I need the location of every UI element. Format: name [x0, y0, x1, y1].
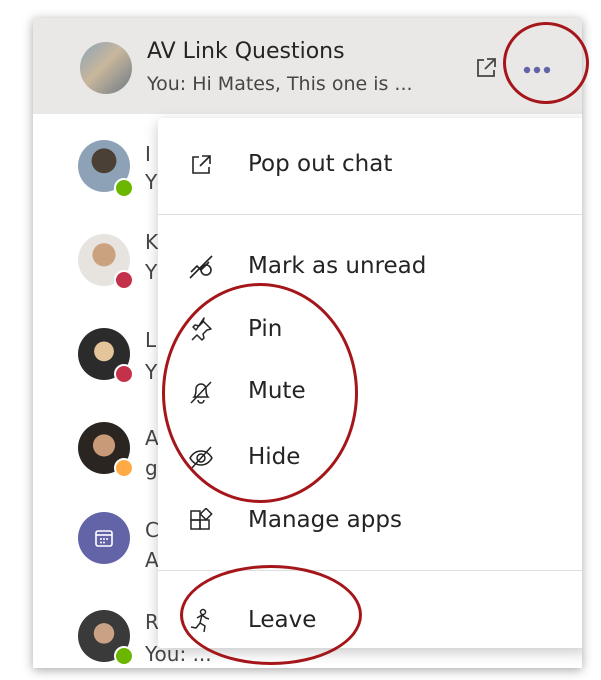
- calendar-icon: [95, 530, 113, 547]
- status-available-icon: [114, 646, 134, 666]
- selected-chat-item[interactable]: AV Link Questions You: Hi Mates, This on…: [33, 18, 582, 114]
- row-name: K: [145, 230, 159, 254]
- chat-title: AV Link Questions: [147, 39, 345, 64]
- menu-item-pop-out-chat[interactable]: Pop out chat: [158, 140, 582, 190]
- row-name: A: [145, 426, 159, 450]
- mark-unread-icon: [189, 255, 213, 279]
- menu-item-label: Mark as unread: [248, 253, 427, 279]
- row-name: I: [145, 142, 151, 166]
- annotation-circle-more-options: [503, 22, 589, 104]
- status-away-icon: [114, 458, 134, 478]
- menu-item-label: Manage apps: [248, 507, 402, 533]
- manage-apps-icon: [190, 508, 213, 530]
- row-preview: Y: [145, 360, 158, 384]
- row-preview: Y: [145, 260, 158, 284]
- row-name: R: [145, 610, 159, 634]
- row-name: C: [145, 518, 159, 542]
- row-preview: A: [145, 548, 159, 572]
- status-available-icon: [114, 178, 134, 198]
- status-busy-icon: [114, 270, 134, 290]
- row-name: L: [145, 328, 157, 352]
- menu-divider: [158, 570, 582, 571]
- menu-item-mark-as-unread[interactable]: Mark as unread: [158, 242, 582, 292]
- status-busy-icon: [114, 364, 134, 384]
- menu-item-manage-apps[interactable]: Manage apps: [158, 496, 582, 546]
- chat-preview: You: Hi Mates, This one is ...: [147, 73, 413, 95]
- calendar-avatar: [78, 512, 130, 564]
- group-avatar: [80, 42, 132, 94]
- row-preview: Y: [145, 170, 158, 194]
- annotation-circle-pin-mute-hide: [162, 283, 358, 503]
- menu-item-label: Pop out chat: [248, 151, 393, 177]
- menu-divider: [158, 214, 582, 215]
- row-preview: g: [145, 456, 158, 480]
- pop-out-icon: [192, 155, 211, 174]
- annotation-circle-leave: [180, 565, 362, 665]
- pop-out-icon[interactable]: [473, 55, 499, 81]
